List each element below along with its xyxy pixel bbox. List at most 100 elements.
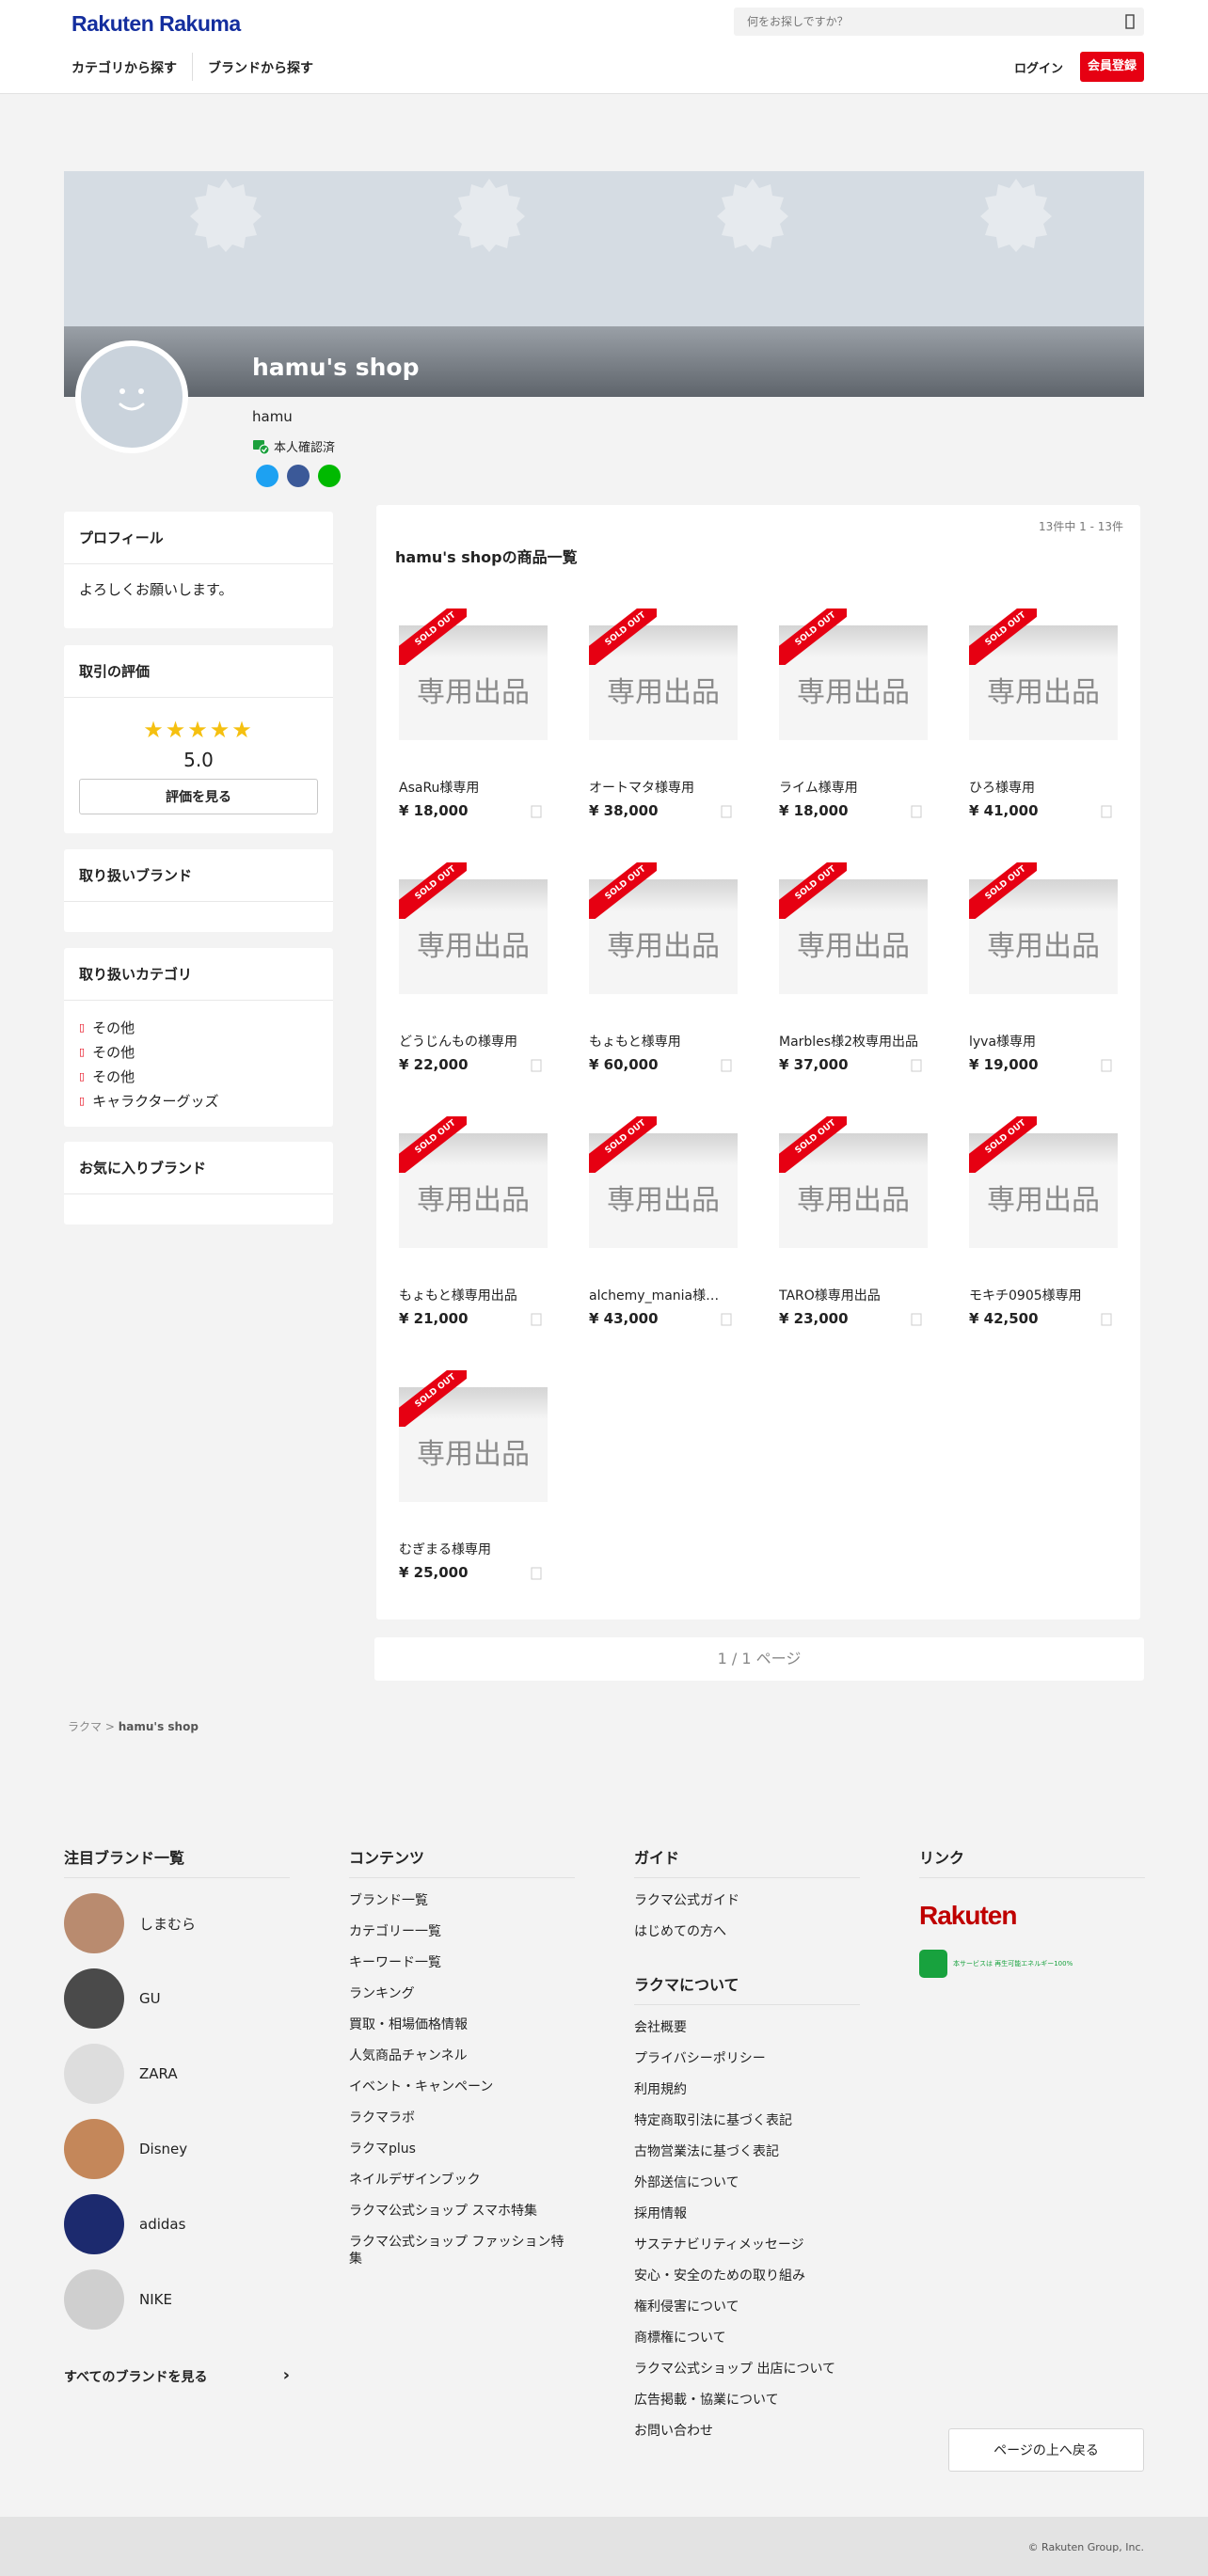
brand-image[interactable]	[64, 1893, 124, 1953]
footer-link[interactable]: ランキング	[349, 1985, 575, 2002]
footer-link[interactable]: 商標権について	[634, 2330, 860, 2347]
product-thumbnail[interactable]: SOLD OUT 専用出品	[399, 1116, 548, 1248]
rakuma-logo[interactable]: Rakuten Rakuma	[72, 11, 241, 37]
product-card[interactable]: SOLD OUT 専用出品 alchemy_mania様専用 ¥ 43,000	[589, 1116, 738, 1327]
category-item[interactable]: ▯ キャラクターグッズ	[79, 1089, 318, 1114]
footer-link[interactable]: ラクマ公式ショップ スマホ特集	[349, 2203, 575, 2220]
like-icon[interactable]	[911, 1313, 922, 1326]
line-icon[interactable]	[318, 465, 341, 487]
product-thumbnail[interactable]: SOLD OUT 専用出品	[969, 862, 1118, 994]
footer-brand-item[interactable]: しまむら	[64, 1893, 290, 1953]
product-name[interactable]: lyva様専用	[969, 1032, 1110, 1051]
brand-image[interactable]	[64, 2044, 124, 2104]
nav-brands[interactable]: ブランドから探す	[208, 58, 328, 81]
facebook-icon[interactable]	[287, 465, 310, 487]
product-thumbnail[interactable]: SOLD OUT 専用出品	[779, 1116, 928, 1248]
product-name[interactable]: alchemy_mania様専用	[589, 1286, 730, 1304]
category-item[interactable]: ▯ その他	[79, 1016, 318, 1040]
footer-brand-item[interactable]: ZARA	[64, 2044, 290, 2104]
product-name[interactable]: もょもと様専用	[589, 1032, 730, 1051]
like-icon[interactable]	[721, 1059, 732, 1072]
brand-image[interactable]	[64, 2269, 124, 2330]
footer-link[interactable]: ラクマラボ	[349, 2110, 575, 2126]
footer-link[interactable]: 安心・安全のための取り組み	[634, 2268, 860, 2284]
product-card[interactable]: SOLD OUT 専用出品 ひろ様専用 ¥ 41,000	[969, 608, 1118, 819]
login-link[interactable]: ログイン	[1014, 58, 1063, 76]
footer-link[interactable]: 古物営業法に基づく表記	[634, 2143, 860, 2160]
footer-link[interactable]: はじめての方へ	[634, 1923, 860, 1940]
like-icon[interactable]	[911, 805, 922, 818]
product-thumbnail[interactable]: SOLD OUT 専用出品	[589, 608, 738, 740]
like-icon[interactable]	[1101, 805, 1112, 818]
product-thumbnail[interactable]: SOLD OUT 専用出品	[779, 608, 928, 740]
brand-image[interactable]	[64, 1968, 124, 2029]
product-name[interactable]: ライム様専用	[779, 778, 920, 797]
rakuten-logo[interactable]: Rakuten	[919, 1901, 1145, 1931]
back-to-top-button[interactable]: ページの上へ戻る	[948, 2428, 1144, 2472]
footer-link[interactable]: ラクマ公式ガイド	[634, 1892, 860, 1909]
product-thumbnail[interactable]: SOLD OUT 専用出品	[969, 608, 1118, 740]
search-bar[interactable]	[734, 8, 1144, 36]
product-thumbnail[interactable]: SOLD OUT 専用出品	[589, 1116, 738, 1248]
product-card[interactable]: SOLD OUT 専用出品 オートマタ様専用 ¥ 38,000	[589, 608, 738, 819]
product-card[interactable]: SOLD OUT 専用出品 どうじんもの様専用 ¥ 22,000	[399, 862, 548, 1073]
footer-link[interactable]: ラクマplus	[349, 2141, 575, 2157]
product-thumbnail[interactable]: SOLD OUT 専用出品	[399, 608, 548, 740]
search-input[interactable]	[734, 8, 1101, 36]
footer-link[interactable]: 特定商取引法に基づく表記	[634, 2112, 860, 2129]
pagination[interactable]: 1 / 1 ページ	[374, 1637, 1144, 1681]
footer-brand-item[interactable]: GU	[64, 1968, 290, 2029]
like-icon[interactable]	[531, 1313, 542, 1326]
footer-link[interactable]: ネイルデザインブック	[349, 2172, 575, 2189]
footer-link[interactable]: 外部送信について	[634, 2174, 860, 2191]
product-thumbnail[interactable]: SOLD OUT 専用出品	[779, 862, 928, 994]
category-item[interactable]: ▯ その他	[79, 1040, 318, 1065]
product-card[interactable]: SOLD OUT 専用出品 モキチ0905様専用 ¥ 42,500	[969, 1116, 1118, 1327]
product-name[interactable]: ひろ様専用	[969, 778, 1110, 797]
footer-link[interactable]: イベント・キャンペーン	[349, 2078, 575, 2095]
footer-link[interactable]: プライバシーポリシー	[634, 2050, 860, 2067]
like-icon[interactable]	[531, 1059, 542, 1072]
product-card[interactable]: SOLD OUT 専用出品 lyva様専用 ¥ 19,000	[969, 862, 1118, 1073]
like-icon[interactable]	[1101, 1313, 1112, 1326]
footer-link[interactable]: ブランド一覧	[349, 1892, 575, 1909]
like-icon[interactable]	[911, 1059, 922, 1072]
like-icon[interactable]	[531, 1567, 542, 1580]
footer-link[interactable]: サステナビリティメッセージ	[634, 2236, 860, 2253]
product-name[interactable]: Marbles様2枚専用出品	[779, 1032, 920, 1051]
footer-link[interactable]: 広告掲載・協業について	[634, 2392, 860, 2409]
view-reviews-button[interactable]: 評価を見る	[79, 779, 318, 814]
all-brands-link[interactable]: すべてのブランドを見る ›	[64, 2365, 290, 2386]
product-thumbnail[interactable]: SOLD OUT 専用出品	[399, 862, 548, 994]
like-icon[interactable]	[531, 805, 542, 818]
footer-link[interactable]: 会社概要	[634, 2019, 860, 2036]
brand-image[interactable]	[64, 2194, 124, 2254]
signup-button[interactable]: 会員登録	[1080, 52, 1144, 82]
like-icon[interactable]	[721, 1313, 732, 1326]
footer-link[interactable]: ラクマ公式ショップ 出店について	[634, 2361, 860, 2378]
product-card[interactable]: SOLD OUT 専用出品 もょもと様専用出品 ¥ 21,000	[399, 1116, 548, 1327]
product-name[interactable]: もょもと様専用出品	[399, 1286, 540, 1304]
footer-brand-item[interactable]: adidas	[64, 2194, 290, 2254]
product-thumbnail[interactable]: SOLD OUT 専用出品	[399, 1370, 548, 1502]
footer-brand-item[interactable]: NIKE	[64, 2269, 290, 2330]
product-thumbnail[interactable]: SOLD OUT 専用出品	[969, 1116, 1118, 1248]
product-card[interactable]: SOLD OUT 専用出品 もょもと様専用 ¥ 60,000	[589, 862, 738, 1073]
footer-brand-item[interactable]: Disney	[64, 2119, 290, 2179]
footer-link[interactable]: 利用規約	[634, 2081, 860, 2098]
product-name[interactable]: TARO様専用出品	[779, 1286, 920, 1304]
product-name[interactable]: むぎまる様専用	[399, 1540, 540, 1558]
category-item[interactable]: ▯ その他	[79, 1065, 318, 1089]
nav-categories[interactable]: カテゴリから探す	[72, 58, 192, 81]
footer-link[interactable]: 採用情報	[634, 2205, 860, 2222]
product-card[interactable]: SOLD OUT 専用出品 むぎまる様専用 ¥ 25,000	[399, 1370, 548, 1581]
product-name[interactable]: AsaRu様専用	[399, 778, 540, 797]
twitter-icon[interactable]	[256, 465, 278, 487]
like-icon[interactable]	[721, 805, 732, 818]
product-name[interactable]: オートマタ様専用	[589, 778, 730, 797]
product-card[interactable]: SOLD OUT 専用出品 ライム様専用 ¥ 18,000	[779, 608, 928, 819]
footer-link[interactable]: ラクマ公式ショップ ファッション特集	[349, 2234, 575, 2268]
product-name[interactable]: どうじんもの様専用	[399, 1032, 540, 1051]
product-card[interactable]: SOLD OUT 専用出品 TARO様専用出品 ¥ 23,000	[779, 1116, 928, 1327]
brand-image[interactable]	[64, 2119, 124, 2179]
